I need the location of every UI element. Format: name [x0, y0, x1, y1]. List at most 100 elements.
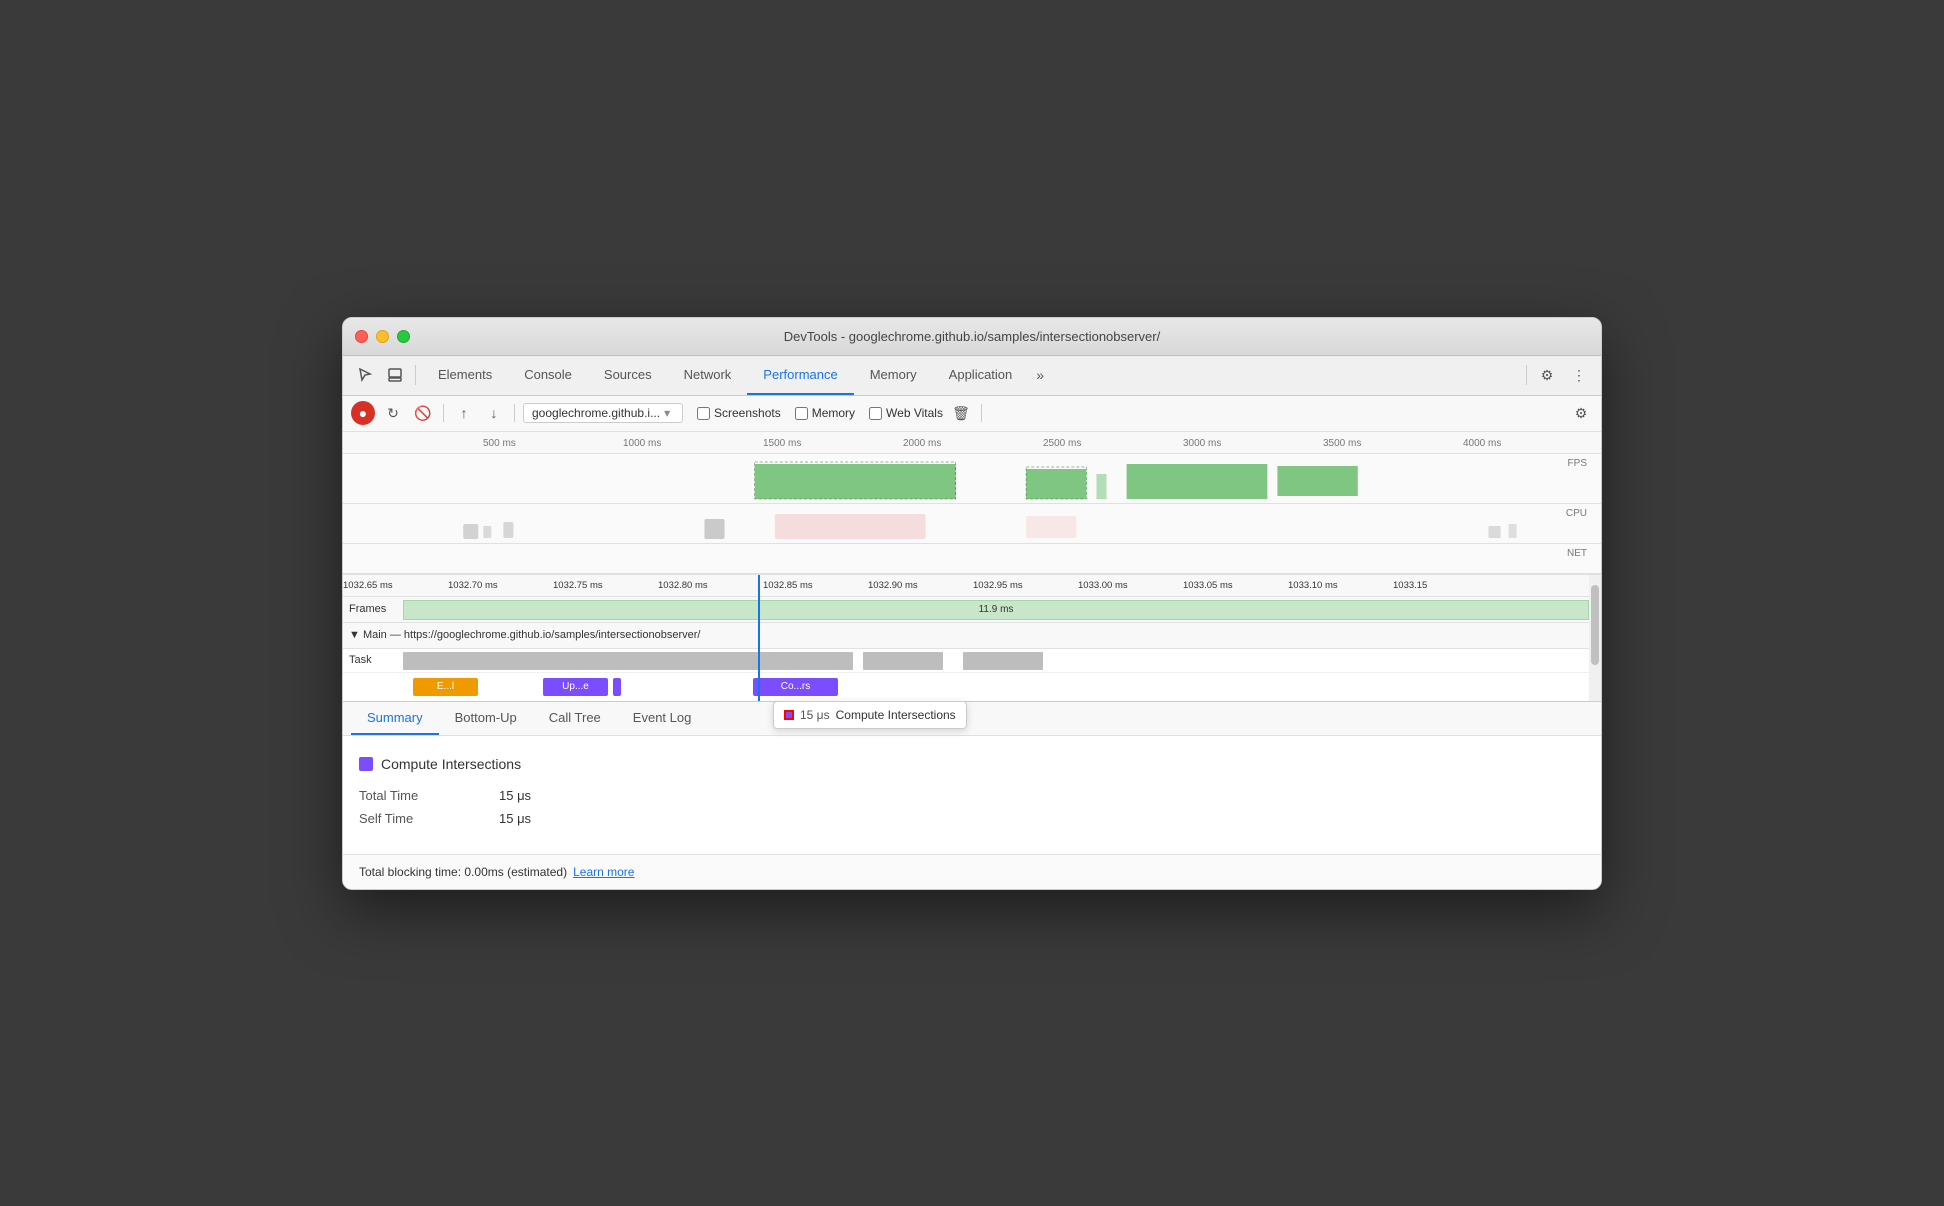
tab-performance[interactable]: Performance: [747, 355, 853, 395]
tab-network[interactable]: Network: [668, 355, 748, 395]
settings-icon[interactable]: ⚙: [1533, 361, 1561, 389]
toolbar-settings-icon[interactable]: ⚙: [1569, 401, 1593, 425]
cpu-graph: [423, 504, 1589, 543]
main-header-row: ▼ Main — https://googlechrome.github.io/…: [343, 623, 1601, 649]
event-el-label: E...l: [437, 681, 454, 692]
tab-elements[interactable]: Elements: [422, 355, 508, 395]
tab-memory[interactable]: Memory: [854, 355, 933, 395]
tick-3500: 3500 ms: [1323, 438, 1361, 449]
tab-call-tree[interactable]: Call Tree: [533, 702, 617, 735]
traffic-lights: [355, 330, 410, 343]
toolbar-divider-1: [443, 404, 444, 422]
event-small-purple: [613, 678, 621, 696]
scrollbar-thumb[interactable]: [1591, 585, 1599, 665]
task-bar-3: [963, 652, 1043, 670]
fps-row: FPS: [343, 454, 1601, 504]
tab-bottom-up[interactable]: Bottom-Up: [439, 702, 533, 735]
self-time-value: 15 μs: [499, 811, 531, 826]
toolbar: ● ↻ 🚫 ↑ ↓ googlechrome.github.i... ▾ Scr…: [343, 396, 1601, 432]
nav-bar: Elements Console Sources Network Perform…: [343, 356, 1601, 396]
tab-sources[interactable]: Sources: [588, 355, 668, 395]
detail-area: 1032.65 ms 1032.70 ms 1032.75 ms 1032.80…: [343, 575, 1601, 702]
total-time-value: 15 μs: [499, 788, 531, 803]
devtools-window: DevTools - googlechrome.github.io/sample…: [342, 317, 1602, 890]
web-vitals-checkbox[interactable]: [869, 407, 882, 420]
summary-title-row: Compute Intersections: [359, 756, 1585, 772]
event-cors-label: Co...rs: [781, 681, 810, 692]
timeline-area: 500 ms 1000 ms 1500 ms 2000 ms 2500 ms 3…: [343, 432, 1601, 575]
frame-time: 11.9 ms: [979, 604, 1014, 615]
dock-icon[interactable]: [381, 361, 409, 389]
ts-0: 1032.65 ms: [343, 580, 393, 591]
event-upe[interactable]: Up...e: [543, 678, 608, 696]
task-bar-1: [403, 652, 853, 670]
summary-color-box: [359, 757, 373, 771]
event-cors[interactable]: Co...rs: [753, 678, 838, 696]
blocking-time-text: Total blocking time: 0.00ms (estimated): [359, 865, 567, 879]
event-el[interactable]: E...l: [413, 678, 478, 696]
web-vitals-checkbox-group[interactable]: Web Vitals: [869, 406, 943, 420]
net-row: NET: [343, 544, 1601, 574]
frame-block[interactable]: 11.9 ms: [403, 600, 1589, 620]
task-label: Task: [343, 654, 403, 666]
tick-500: 500 ms: [483, 438, 516, 449]
main-header-text: ▼ Main — https://googlechrome.github.io/…: [349, 629, 700, 641]
screenshots-checkbox-group[interactable]: Screenshots: [697, 406, 781, 420]
nav-divider-1: [415, 365, 416, 385]
screenshots-checkbox[interactable]: [697, 407, 710, 420]
task-bar-2: [863, 652, 943, 670]
tick-2500: 2500 ms: [1043, 438, 1081, 449]
scrollbar-track[interactable]: [1589, 575, 1601, 701]
url-selector[interactable]: googlechrome.github.i... ▾: [523, 403, 683, 423]
ts-4: 1032.85 ms: [763, 580, 813, 591]
more-options-icon[interactable]: ⋮: [1565, 361, 1593, 389]
more-tabs-button[interactable]: »: [1028, 367, 1052, 383]
ts-2: 1032.75 ms: [553, 580, 603, 591]
tab-event-log[interactable]: Event Log: [617, 702, 708, 735]
tick-3000: 3000 ms: [1183, 438, 1221, 449]
memory-checkbox-group[interactable]: Memory: [795, 406, 855, 420]
memory-label: Memory: [812, 406, 855, 420]
tab-application[interactable]: Application: [933, 355, 1029, 395]
toolbar-divider-3: [981, 404, 982, 422]
reload-button[interactable]: ↻: [381, 401, 405, 425]
download-button[interactable]: ↓: [482, 401, 506, 425]
nav-tabs: Elements Console Sources Network Perform…: [422, 355, 1520, 395]
nav-divider-2: [1526, 365, 1527, 385]
tooltip-time: 15 μs: [800, 708, 830, 722]
trash-button[interactable]: 🗑: [949, 401, 973, 425]
ts-9: 1033.10 ms: [1288, 580, 1338, 591]
learn-more-link[interactable]: Learn more: [573, 865, 634, 879]
frames-content: 11.9 ms: [403, 597, 1601, 622]
task-row: Task: [343, 649, 1601, 673]
tooltip-label: Compute Intersections: [836, 708, 956, 722]
record-button[interactable]: ●: [351, 401, 375, 425]
timestamps-row: 1032.65 ms 1032.70 ms 1032.75 ms 1032.80…: [343, 575, 1601, 597]
tab-summary[interactable]: Summary: [351, 702, 439, 735]
tick-4000: 4000 ms: [1463, 438, 1501, 449]
tab-console[interactable]: Console: [508, 355, 588, 395]
ts-8: 1033.05 ms: [1183, 580, 1233, 591]
url-value: googlechrome.github.i...: [532, 406, 660, 420]
timeline-cursor: [758, 575, 760, 701]
cursor-icon[interactable]: [351, 361, 379, 389]
memory-checkbox[interactable]: [795, 407, 808, 420]
minimize-button[interactable]: [376, 330, 389, 343]
devtools-body: Elements Console Sources Network Perform…: [343, 356, 1601, 889]
tick-1000: 1000 ms: [623, 438, 661, 449]
panel-tabs: Summary Bottom-Up Call Tree Event Log: [343, 702, 1601, 736]
clear-button[interactable]: 🚫: [411, 401, 435, 425]
event-upe-label: Up...e: [562, 681, 589, 692]
maximize-button[interactable]: [397, 330, 410, 343]
summary-self-time-row: Self Time 15 μs: [359, 811, 1585, 826]
web-vitals-label: Web Vitals: [886, 406, 943, 420]
bottom-panel: Summary Bottom-Up Call Tree Event Log Co…: [343, 702, 1601, 889]
tick-2000: 2000 ms: [903, 438, 941, 449]
upload-button[interactable]: ↑: [452, 401, 476, 425]
ts-6: 1032.95 ms: [973, 580, 1023, 591]
fps-graph: [423, 454, 1589, 503]
nav-right: ⚙ ⋮: [1533, 361, 1593, 389]
toolbar-right: ⚙: [1569, 401, 1593, 425]
ts-3: 1032.80 ms: [658, 580, 708, 591]
close-button[interactable]: [355, 330, 368, 343]
